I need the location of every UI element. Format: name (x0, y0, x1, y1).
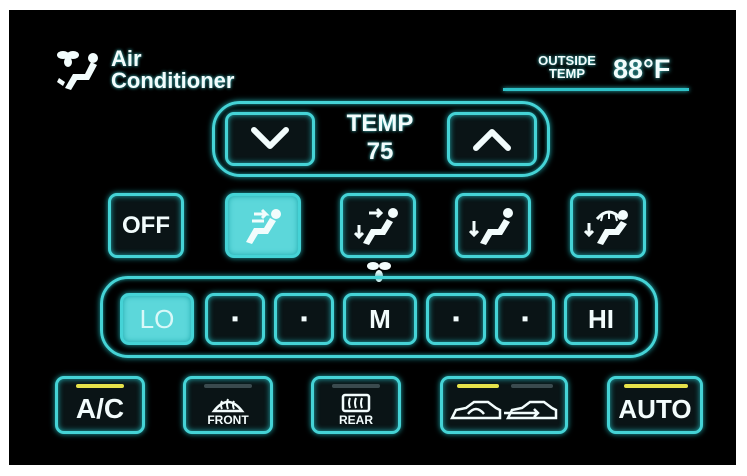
fan-level-3[interactable]: ▪ (274, 293, 334, 345)
fan-level-label: M (369, 303, 391, 334)
outside-label-line-2: TEMP (548, 66, 586, 81)
fan-level-label: HI (588, 303, 614, 334)
title-line-1: Air (111, 46, 142, 71)
rear-label: REAR (338, 413, 373, 427)
fan-level-label: ▪ (300, 307, 308, 330)
air-intake-button[interactable] (440, 376, 568, 434)
temp-title: TEMP (346, 110, 414, 137)
temp-up-button[interactable] (447, 112, 537, 166)
front-defrost-icon (211, 398, 245, 413)
fan-level-label: ▪ (231, 307, 239, 330)
recirculate-icon (450, 400, 502, 420)
mode-face-button[interactable] (225, 193, 301, 258)
ac-button[interactable]: A/C (55, 376, 145, 434)
rear-defrost-icon (341, 393, 371, 413)
rear-defrost-button[interactable]: REAR (311, 376, 401, 434)
off-label: OFF (122, 211, 170, 239)
chevron-down-icon (251, 127, 289, 149)
fan-person-icon (57, 51, 98, 90)
app-title: Air Conditioner (55, 48, 234, 94)
header-divider (503, 88, 689, 91)
mode-feet-defrost-button[interactable] (570, 193, 646, 258)
fresh-air-icon (504, 400, 558, 420)
mode-feet-button[interactable] (455, 193, 531, 258)
front-defrost-indicator (204, 384, 252, 388)
fan-level-5[interactable]: ▪ (426, 293, 486, 345)
temp-value: 75 (366, 138, 394, 165)
auto-button[interactable]: AUTO (607, 376, 703, 434)
front-label: FRONT (207, 413, 249, 427)
outside-temp-label: OUTSIDE TEMP (517, 54, 617, 80)
fan-level-label: ▪ (521, 307, 529, 330)
vent-feet-icon (468, 207, 513, 245)
fan-level-label: ▪ (452, 307, 460, 330)
ac-label: A/C (75, 393, 125, 424)
rear-defrost-indicator (332, 384, 380, 388)
fan-level-hi[interactable]: HI (564, 293, 638, 345)
mode-face-feet-button[interactable] (340, 193, 416, 258)
fan-level-lo[interactable]: LO (120, 293, 194, 345)
recirculate-indicator (457, 384, 499, 388)
auto-label: AUTO (618, 393, 692, 424)
vent-face-feet-icon (353, 207, 398, 245)
chevron-up-icon (473, 129, 511, 151)
fan-level-label: LO (139, 303, 175, 334)
auto-indicator (624, 384, 688, 388)
off-button[interactable]: OFF (108, 193, 184, 258)
temp-display: TEMP 75 (340, 110, 420, 166)
vent-feet-defrost-icon (583, 209, 628, 245)
fan-level-6[interactable]: ▪ (495, 293, 555, 345)
vent-face-icon (246, 208, 281, 244)
temp-down-button[interactable] (225, 112, 315, 166)
front-defrost-button[interactable]: FRONT (183, 376, 273, 434)
fan-level-m[interactable]: M (343, 293, 417, 345)
title-line-2: Conditioner (111, 68, 235, 93)
outside-temp-value: 88°F (613, 54, 671, 84)
fan-level-2[interactable]: ▪ (205, 293, 265, 345)
ac-indicator (76, 384, 124, 388)
fresh-air-indicator (511, 384, 553, 388)
